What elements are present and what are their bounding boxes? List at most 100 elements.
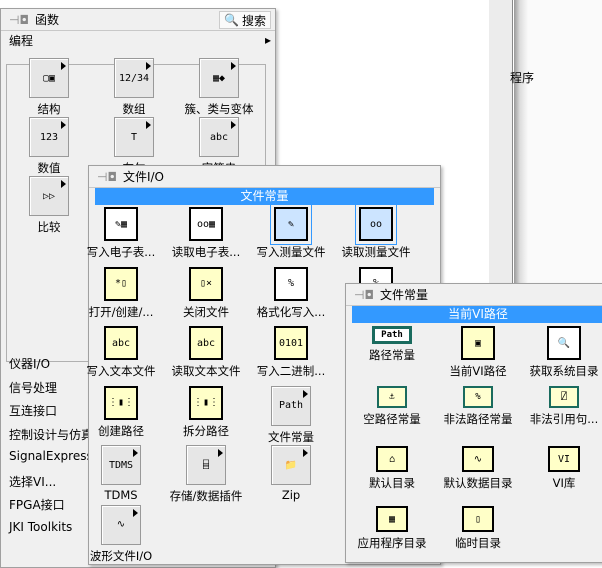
palette-item-icon: abc: [189, 326, 223, 360]
palette-item[interactable]: ⌸ 存储/数据插件: [164, 445, 248, 504]
palette-item-label: 非法引用句...: [529, 412, 599, 426]
palette-item-icon: *▯: [104, 266, 138, 301]
palette-item[interactable]: ▯ 临时目录: [436, 506, 520, 551]
palette-item-icon: ⌸: [186, 445, 226, 485]
pin-icon[interactable]: ⊣◘: [9, 13, 29, 27]
palette-item-label: 关闭文件: [183, 304, 229, 319]
palette-item[interactable]: 12/34 数组: [92, 58, 176, 117]
palette-item[interactable]: ▦◆ 簇、类与变体: [177, 58, 261, 117]
palette-item-label: 打开/创建/...: [88, 304, 154, 319]
palette-item-label: 数值: [37, 161, 61, 175]
file-constants-palette: ⊣◘ 文件常量 当前VI路径 Path 路径常量 ▣ 当前VI路径 🔍 获取系统目录 ⚓ 空路…: [345, 283, 602, 563]
search-button[interactable]: 🔍 搜索: [219, 11, 271, 29]
palette-item-label: VI库: [552, 476, 576, 490]
palette-item[interactable]: TDMS TDMS: [79, 445, 163, 502]
palette-item-label: 结构: [37, 102, 61, 116]
palette-item[interactable]: abc 写入文本文件: [79, 326, 163, 379]
palette-item-icon: %: [463, 386, 493, 408]
palette-item-icon: ▦◆: [199, 58, 239, 98]
palette-item-icon: ▢▣: [29, 58, 69, 98]
palette-item-icon: ∿: [462, 446, 494, 472]
palette-item-icon: T: [114, 117, 154, 157]
palette-item-icon: oo: [355, 203, 397, 245]
palette-item-icon: ⚓: [377, 386, 407, 408]
category-programming[interactable]: 编程 ▸: [1, 31, 275, 49]
file-constants-title-bar[interactable]: ⊣◘ 文件常量: [346, 284, 602, 306]
category-label: 编程: [9, 33, 34, 48]
palette-item-icon: Path: [372, 326, 412, 344]
palette-item[interactable]: % 非法路径常量: [436, 386, 520, 427]
palette-title: 函数: [34, 13, 59, 27]
palette-item[interactable]: ✎▦ 写入电子表...: [79, 207, 163, 260]
palette-item-label: 当前VI路径: [449, 364, 507, 378]
palette-item-icon: ⋮▮⋮: [189, 385, 223, 420]
palette-item-label: 临时目录: [455, 536, 501, 550]
palette-item[interactable]: ⚓ 空路径常量: [350, 386, 434, 427]
palette-item-icon: ✎▦: [104, 207, 138, 241]
palette-item-label: 创建路径: [98, 423, 144, 438]
palette-item-icon: ▦: [376, 506, 408, 532]
palette-item-icon: oo▦: [189, 207, 223, 241]
palette-item[interactable]: % 格式化写入...: [249, 266, 333, 320]
palette-item-icon: abc: [199, 117, 239, 157]
search-label: 搜索: [241, 13, 266, 28]
palette-item[interactable]: ▣ 当前VI路径: [436, 326, 520, 379]
palette-item-label: 路径常量: [369, 348, 415, 362]
palette-item-icon: Path: [271, 385, 311, 426]
palette-item[interactable]: Path 文件常量: [249, 385, 333, 445]
file-io-title-bar[interactable]: ⊣◘ 文件I/O: [89, 166, 440, 188]
palette-item-label: 格式化写入...: [256, 304, 326, 319]
palette-item-label: 读取文本文件: [171, 364, 241, 378]
palette-item[interactable]: ▢▣ 结构: [7, 58, 91, 117]
palette-item-label: 写入测量文件: [256, 245, 326, 259]
pin-icon[interactable]: ⊣◘: [97, 170, 117, 184]
palette-item[interactable]: ▦ 应用程序目录: [350, 506, 434, 551]
palette-item-icon: 🔍: [547, 326, 581, 360]
palette-item[interactable]: ✎ 写入测量文件: [249, 203, 333, 260]
pin-icon[interactable]: ⊣◘: [354, 288, 374, 302]
palette-item-icon: ⌂: [376, 446, 408, 472]
palette-title: 文件常量: [379, 288, 428, 302]
palette-item[interactable]: 🔍 获取系统目录: [522, 326, 602, 379]
palette-item[interactable]: VI VI库: [522, 446, 602, 491]
palette-item-icon: %: [274, 266, 308, 301]
palette-item-label: 默认数据目录: [443, 476, 513, 490]
palette-item-label: 存储/数据插件: [169, 489, 243, 503]
palette-item[interactable]: ⌂ 默认目录: [350, 446, 434, 491]
TDMSpalette-item-icon: TDMS: [101, 445, 141, 485]
palette-item-icon: abc: [104, 326, 138, 360]
palette-item-label: 数组: [122, 102, 146, 116]
palette-item-icon: ⋮▮⋮: [104, 385, 138, 420]
palette-item[interactable]: ∿ 默认数据目录: [436, 446, 520, 491]
palette-item[interactable]: ⍁ 非法引用句...: [522, 386, 602, 427]
palette-item[interactable]: 📁 Zip: [249, 445, 333, 502]
palette-item-icon: ▯×: [189, 266, 223, 301]
palette-item-icon: 12/34: [114, 58, 154, 98]
palette-item[interactable]: ⋮▮⋮ 拆分路径: [164, 385, 248, 439]
file-constants-tooltip-header: 当前VI路径: [352, 306, 602, 323]
palette-item[interactable]: oo▦ 读取电子表...: [164, 207, 248, 260]
palette-item[interactable]: 123 数值: [7, 117, 91, 176]
VIpalette-item-icon: ▣: [461, 326, 495, 360]
palette-item[interactable]: *▯ 打开/创建/...: [79, 266, 163, 320]
background-text: 程序: [510, 71, 535, 85]
palette-item[interactable]: ▯× 关闭文件: [164, 266, 248, 320]
palette-item-icon: ⍁: [549, 386, 579, 408]
palette-item-label: 空路径常量: [363, 412, 421, 426]
palette-item-label: 写入电子表...: [86, 245, 156, 259]
palette-item-icon: 0101: [274, 326, 308, 360]
palette-item-label: TDMS: [104, 488, 138, 502]
palette-item-icon: ▯: [462, 506, 494, 532]
palette-item[interactable]: abc 读取文本文件: [164, 326, 248, 379]
palette-item-label: Zip: [281, 488, 301, 502]
palette-item[interactable]: 0101 写入二进制...: [249, 326, 333, 379]
palette-item[interactable]: ∿ 波形文件I/O: [79, 504, 163, 564]
VIpalette-item-icon: VI: [548, 446, 580, 472]
palette-item-icon: 123: [29, 117, 69, 157]
palette-item[interactable]: Path 路径常量: [350, 326, 434, 363]
palette-item[interactable]: ⋮▮⋮ 创建路径: [79, 385, 163, 439]
palette-title: 文件I/O: [122, 170, 164, 184]
IOpalette-item-icon: ∿: [101, 504, 141, 545]
palette-item[interactable]: oo 读取测量文件: [334, 203, 418, 260]
palette-item-label: 获取系统目录: [529, 364, 599, 378]
